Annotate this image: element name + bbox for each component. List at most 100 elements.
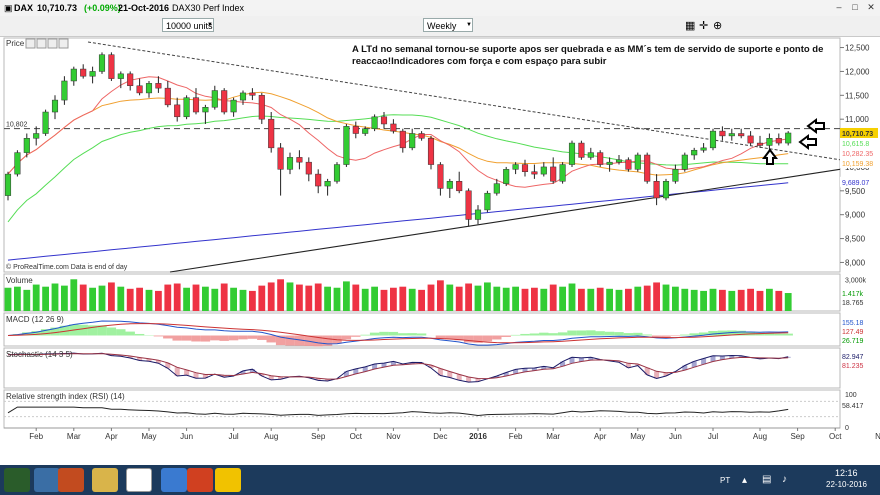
candle-body (155, 83, 162, 89)
minimize-button[interactable]: – (832, 2, 846, 13)
volume-bar (239, 289, 247, 311)
price-panel-title: Price (6, 39, 25, 48)
macd-histogram-bar (379, 331, 389, 336)
macd-histogram-bar (163, 335, 173, 339)
macd-histogram-bar (463, 335, 474, 343)
candle-body (437, 164, 444, 189)
volume-bar (314, 283, 322, 311)
x-tick-label: Dec (433, 432, 447, 441)
macd-histogram-bar (595, 331, 605, 336)
macd-histogram-bar (614, 332, 624, 336)
candle-body (691, 149, 698, 156)
volume-bar (136, 287, 143, 311)
volume-icon[interactable]: ♪ (782, 474, 787, 485)
volume-bar (531, 287, 538, 311)
volume-bar (465, 283, 472, 311)
volume-bar (23, 289, 31, 311)
volume-bar (709, 288, 717, 311)
candle-body (456, 181, 463, 192)
candle-body (756, 142, 764, 146)
candle-body (550, 166, 557, 182)
volume-bar (512, 286, 519, 311)
candle-body (380, 116, 388, 125)
chrome-icon[interactable] (215, 468, 241, 492)
tray-chevron-up-icon[interactable]: ▴ (742, 475, 747, 486)
volume-bar (343, 281, 350, 311)
volume-bar (202, 286, 209, 311)
volume-bar (145, 289, 153, 311)
candle-body (145, 83, 153, 94)
candle-body (174, 104, 181, 118)
office-app-icon[interactable] (187, 468, 213, 492)
language-indicator[interactable]: PT (720, 476, 730, 485)
stochastic-panel-title: Stochastic (14 3 5) (6, 350, 73, 359)
price-tick-label: 8,500 (845, 235, 866, 244)
volume-bar (258, 285, 266, 311)
volume-bar (333, 287, 341, 311)
volume-bar (32, 284, 40, 311)
candle-body (521, 164, 529, 172)
volume-bar (606, 288, 613, 311)
volume-bar (728, 290, 736, 311)
macd-histogram-bar (116, 329, 126, 336)
x-tick-label: Feb (29, 432, 43, 441)
volume-bar (70, 279, 78, 311)
folder-icon[interactable] (92, 468, 118, 492)
volume-bar (296, 284, 303, 311)
price-panel-frame (3, 37, 841, 273)
volume-bar (474, 285, 482, 311)
maximize-button[interactable]: □ (848, 2, 862, 13)
candle-body (700, 147, 707, 151)
x-tick-label: Mar (67, 432, 81, 441)
volume-bar (220, 283, 228, 311)
macd-histogram-bar (238, 335, 248, 340)
candle-body (268, 118, 275, 149)
browser-icon[interactable] (161, 468, 187, 492)
candle-body (127, 73, 134, 87)
volume-bar (51, 283, 59, 311)
macd-histogram-bar (689, 333, 699, 336)
candle-body (23, 138, 30, 153)
volume-bar (173, 283, 181, 311)
last-price-label: 10,710.73 (842, 131, 873, 138)
zoom-icon[interactable]: ⊕ (713, 19, 722, 32)
candle-body (362, 128, 369, 134)
macd-histogram-bar (153, 335, 164, 337)
volume-bar (117, 286, 125, 311)
macd-histogram-bar (228, 335, 239, 341)
crosshair-icon[interactable]: ✛ (699, 19, 708, 32)
window-icon: ▣ (4, 3, 13, 13)
candle-body (108, 54, 115, 79)
x-tick-label: Jun (669, 432, 682, 441)
taskbar-app-icon[interactable] (34, 468, 60, 492)
wrench-icon (25, 38, 36, 49)
macd-histogram-bar (539, 332, 549, 336)
prorealtime-app-icon[interactable] (126, 468, 152, 492)
close-button[interactable]: ✕ (864, 2, 878, 13)
volume-value-label: 18.765 (842, 300, 864, 307)
macd-histogram-bar (172, 335, 182, 341)
macd-histogram-bar (492, 335, 502, 340)
start-icon[interactable] (4, 468, 30, 492)
network-icon[interactable]: ▤ (762, 474, 771, 485)
macd-histogram-bar (661, 335, 671, 337)
candle-body (221, 90, 228, 113)
macd-value-label: 127.49 (842, 329, 864, 336)
screenshot-icon[interactable]: ▦ (685, 19, 695, 32)
volume-bar (568, 283, 576, 311)
date-label: 21-Oct-2016 (118, 3, 170, 13)
volume-bar (719, 289, 726, 311)
ma-value-label: 10,282.35 (842, 151, 873, 158)
volume-bar (408, 288, 416, 311)
candle-body (239, 92, 247, 101)
candle-body (578, 142, 585, 158)
reference-label: 10,802 (6, 122, 28, 129)
candle-body (192, 97, 200, 113)
volume-bar (89, 287, 96, 311)
candle-body (606, 161, 613, 165)
volume-bar (596, 287, 604, 311)
media-player-icon[interactable] (58, 468, 84, 492)
candle-body (531, 171, 538, 175)
candle-body (333, 164, 341, 182)
macd-histogram-bar (567, 330, 577, 336)
